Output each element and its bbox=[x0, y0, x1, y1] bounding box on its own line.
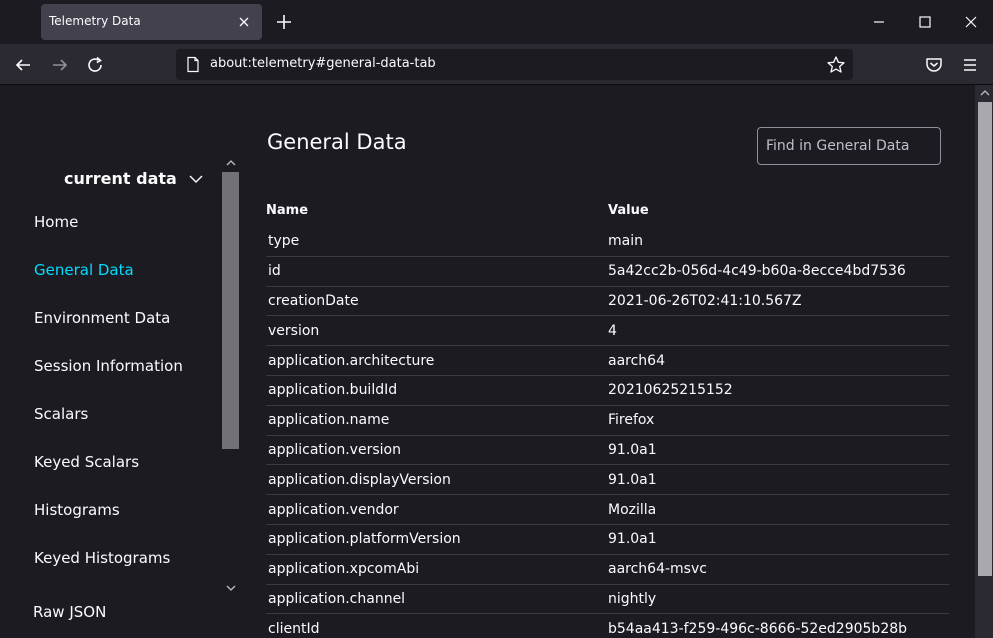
sidebar-item-environment-data[interactable]: Environment Data bbox=[34, 309, 170, 327]
row-value: aarch64 bbox=[608, 352, 665, 369]
table-row: application.vendor Mozilla bbox=[266, 495, 949, 525]
page-title: General Data bbox=[267, 130, 407, 154]
minimize-icon[interactable] bbox=[869, 12, 889, 32]
close-tab-icon[interactable] bbox=[235, 13, 253, 31]
sidebar-item-home[interactable]: Home bbox=[34, 213, 78, 231]
search-input[interactable] bbox=[757, 127, 941, 165]
row-name: version bbox=[268, 322, 320, 339]
row-name: application.xpcomAbi bbox=[268, 561, 420, 578]
table-row: application.version 91.0a1 bbox=[266, 436, 949, 466]
table-row: application.platformVersion 91.0a1 bbox=[266, 525, 949, 555]
page-content: current data Home General Data Environme… bbox=[0, 85, 993, 638]
row-value: 91.0a1 bbox=[608, 531, 657, 548]
row-value: b54aa413-f259-496c-8666-52ed2905b28b bbox=[608, 620, 908, 637]
forward-icon[interactable] bbox=[48, 53, 72, 77]
table-row: application.architecture aarch64 bbox=[266, 346, 949, 376]
row-value: Mozilla bbox=[608, 501, 657, 518]
back-icon[interactable] bbox=[11, 53, 35, 77]
row-value: 4 bbox=[608, 322, 617, 339]
row-value: Firefox bbox=[608, 412, 655, 429]
bookmark-star-icon[interactable] bbox=[826, 55, 846, 75]
page-scrollbar-thumb[interactable] bbox=[978, 102, 992, 576]
sidebar-item-scalars[interactable]: Scalars bbox=[34, 405, 88, 423]
row-value: 20210625215152 bbox=[608, 382, 733, 399]
url-bar[interactable]: about:telemetry#general-data-tab bbox=[176, 49, 853, 80]
sidebar-item-histograms[interactable]: Histograms bbox=[34, 501, 120, 519]
table-row: application.channel nightly bbox=[266, 585, 949, 615]
maximize-icon[interactable] bbox=[915, 12, 935, 32]
sidebar-scroll-up-icon[interactable] bbox=[225, 157, 237, 169]
row-value: 5a42cc2b-056d-4c49-b60a-8ecce4bd7536 bbox=[608, 263, 906, 280]
sidebar-item-raw-json[interactable]: Raw JSON bbox=[33, 603, 106, 621]
table-row: clientId b54aa413-f259-496c-8666-52ed2905… bbox=[266, 614, 949, 638]
row-name: creationDate bbox=[268, 292, 359, 309]
row-name: type bbox=[268, 233, 300, 250]
row-value: aarch64-msvc bbox=[608, 561, 707, 578]
row-value: 2021-06-26T02:41:10.567Z bbox=[608, 292, 802, 309]
tab-title: Telemetry Data bbox=[49, 14, 141, 28]
reload-icon[interactable] bbox=[83, 53, 107, 77]
row-name: application.buildId bbox=[268, 382, 398, 399]
column-header-value: Value bbox=[608, 203, 649, 218]
close-window-icon[interactable] bbox=[961, 12, 981, 32]
menu-icon[interactable] bbox=[958, 53, 982, 77]
pocket-icon[interactable] bbox=[922, 53, 946, 77]
sidebar-item-keyed-histograms[interactable]: Keyed Histograms bbox=[34, 549, 170, 567]
table-row: id 5a42cc2b-056d-4c49-b60a-8ecce4bd7536 bbox=[266, 257, 949, 287]
page-scroll-up-icon[interactable] bbox=[980, 88, 990, 98]
sidebar-scroll-down-icon[interactable] bbox=[225, 582, 237, 594]
sidebar-item-session-information[interactable]: Session Information bbox=[34, 357, 183, 375]
table-row: version 4 bbox=[266, 316, 949, 347]
row-name: application.version bbox=[268, 441, 401, 458]
row-value: 91.0a1 bbox=[608, 471, 657, 488]
table-row: application.name Firefox bbox=[266, 406, 949, 436]
table-row: application.xpcomAbi aarch64-msvc bbox=[266, 555, 949, 585]
page-icon bbox=[187, 56, 199, 73]
table-row: creationDate 2021-06-26T02:41:10.567Z bbox=[266, 287, 949, 317]
new-tab-icon[interactable] bbox=[272, 10, 296, 34]
tab-telemetry[interactable]: Telemetry Data bbox=[41, 4, 262, 40]
chevron-down-icon[interactable] bbox=[188, 171, 204, 187]
table-header: Name Value bbox=[266, 203, 949, 227]
sidebar-scrollbar-thumb[interactable] bbox=[222, 172, 239, 449]
row-name: application.name bbox=[268, 412, 390, 429]
sidebar-item-keyed-scalars[interactable]: Keyed Scalars bbox=[34, 453, 139, 471]
table-row: application.buildId 20210625215152 bbox=[266, 376, 949, 406]
row-name: application.architecture bbox=[268, 352, 435, 369]
row-name: id bbox=[268, 263, 281, 280]
general-data-table: Name Value type main id 5a42cc2b-056d-4c49-… bbox=[266, 203, 949, 638]
main-panel: General Data Name Value type main id 5a42cc… bbox=[266, 85, 951, 638]
row-name: application.platformVersion bbox=[268, 531, 461, 548]
row-name: application.channel bbox=[268, 590, 406, 607]
row-value: main bbox=[608, 233, 643, 250]
sidebar-item-general-data[interactable]: General Data bbox=[34, 261, 134, 279]
table-row: application.displayVersion 91.0a1 bbox=[266, 465, 949, 496]
nav-bar: about:telemetry#general-data-tab bbox=[0, 44, 993, 85]
tab-strip: Telemetry Data bbox=[0, 0, 993, 44]
row-value: 91.0a1 bbox=[608, 441, 657, 458]
sidebar: current data Home General Data Environme… bbox=[0, 85, 240, 638]
row-value: nightly bbox=[608, 590, 657, 607]
url-text[interactable]: about:telemetry#general-data-tab bbox=[210, 56, 436, 71]
row-name: application.vendor bbox=[268, 501, 399, 518]
sidebar-heading[interactable]: current data bbox=[64, 169, 177, 188]
row-name: application.displayVersion bbox=[268, 471, 451, 488]
table-row: type main bbox=[266, 227, 949, 257]
row-name: clientId bbox=[268, 620, 320, 637]
column-header-name: Name bbox=[266, 203, 309, 218]
